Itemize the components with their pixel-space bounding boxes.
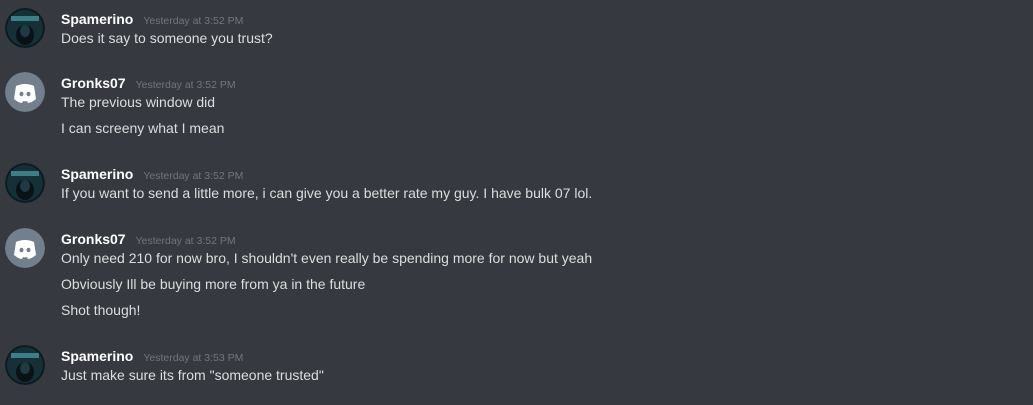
timestamp: Yesterday at 3:52 PM xyxy=(135,79,236,91)
hacker-avatar-icon[interactable] xyxy=(5,163,45,203)
username[interactable]: Gronks07 xyxy=(61,75,126,91)
message-header: Gronks07 Yesterday at 3:52 PM xyxy=(61,72,236,94)
chat-messages-pane: Spamerino Yesterday at 3:52 PM Does it sa… xyxy=(0,0,1033,405)
discord-default-avatar-icon[interactable] xyxy=(5,228,45,268)
message-text: The previous window did xyxy=(61,94,216,110)
timestamp: Yesterday at 3:53 PM xyxy=(143,352,244,364)
hacker-avatar-icon[interactable] xyxy=(5,8,45,48)
message-header: Spamerino Yesterday at 3:53 PM xyxy=(61,345,243,367)
timestamp: Yesterday at 3:52 PM xyxy=(135,235,236,247)
username[interactable]: Spamerino xyxy=(61,11,133,27)
timestamp: Yesterday at 3:52 PM xyxy=(143,15,244,27)
message-text: If you want to send a little more, i can… xyxy=(61,185,593,201)
message-text: Only need 210 for now bro, I shouldn't e… xyxy=(61,250,593,266)
username[interactable]: Gronks07 xyxy=(61,231,126,247)
hacker-avatar-icon[interactable] xyxy=(5,345,45,385)
discord-default-avatar-icon[interactable] xyxy=(5,72,45,112)
message-text: Just make sure its from "someone trusted… xyxy=(61,367,324,383)
timestamp: Yesterday at 3:52 PM xyxy=(143,170,244,182)
message-header: Gronks07 Yesterday at 3:52 PM xyxy=(61,228,236,250)
message-text: Obviously Ill be buying more from ya in … xyxy=(61,276,366,292)
message-text: Shot though! xyxy=(61,302,141,318)
message-header: Spamerino Yesterday at 3:52 PM xyxy=(61,163,243,185)
message-text: I can screeny what I mean xyxy=(61,120,225,136)
message-header: Spamerino Yesterday at 3:52 PM xyxy=(61,8,243,30)
username[interactable]: Spamerino xyxy=(61,166,133,182)
message-text: Does it say to someone you trust? xyxy=(61,30,273,46)
username[interactable]: Spamerino xyxy=(61,348,133,364)
